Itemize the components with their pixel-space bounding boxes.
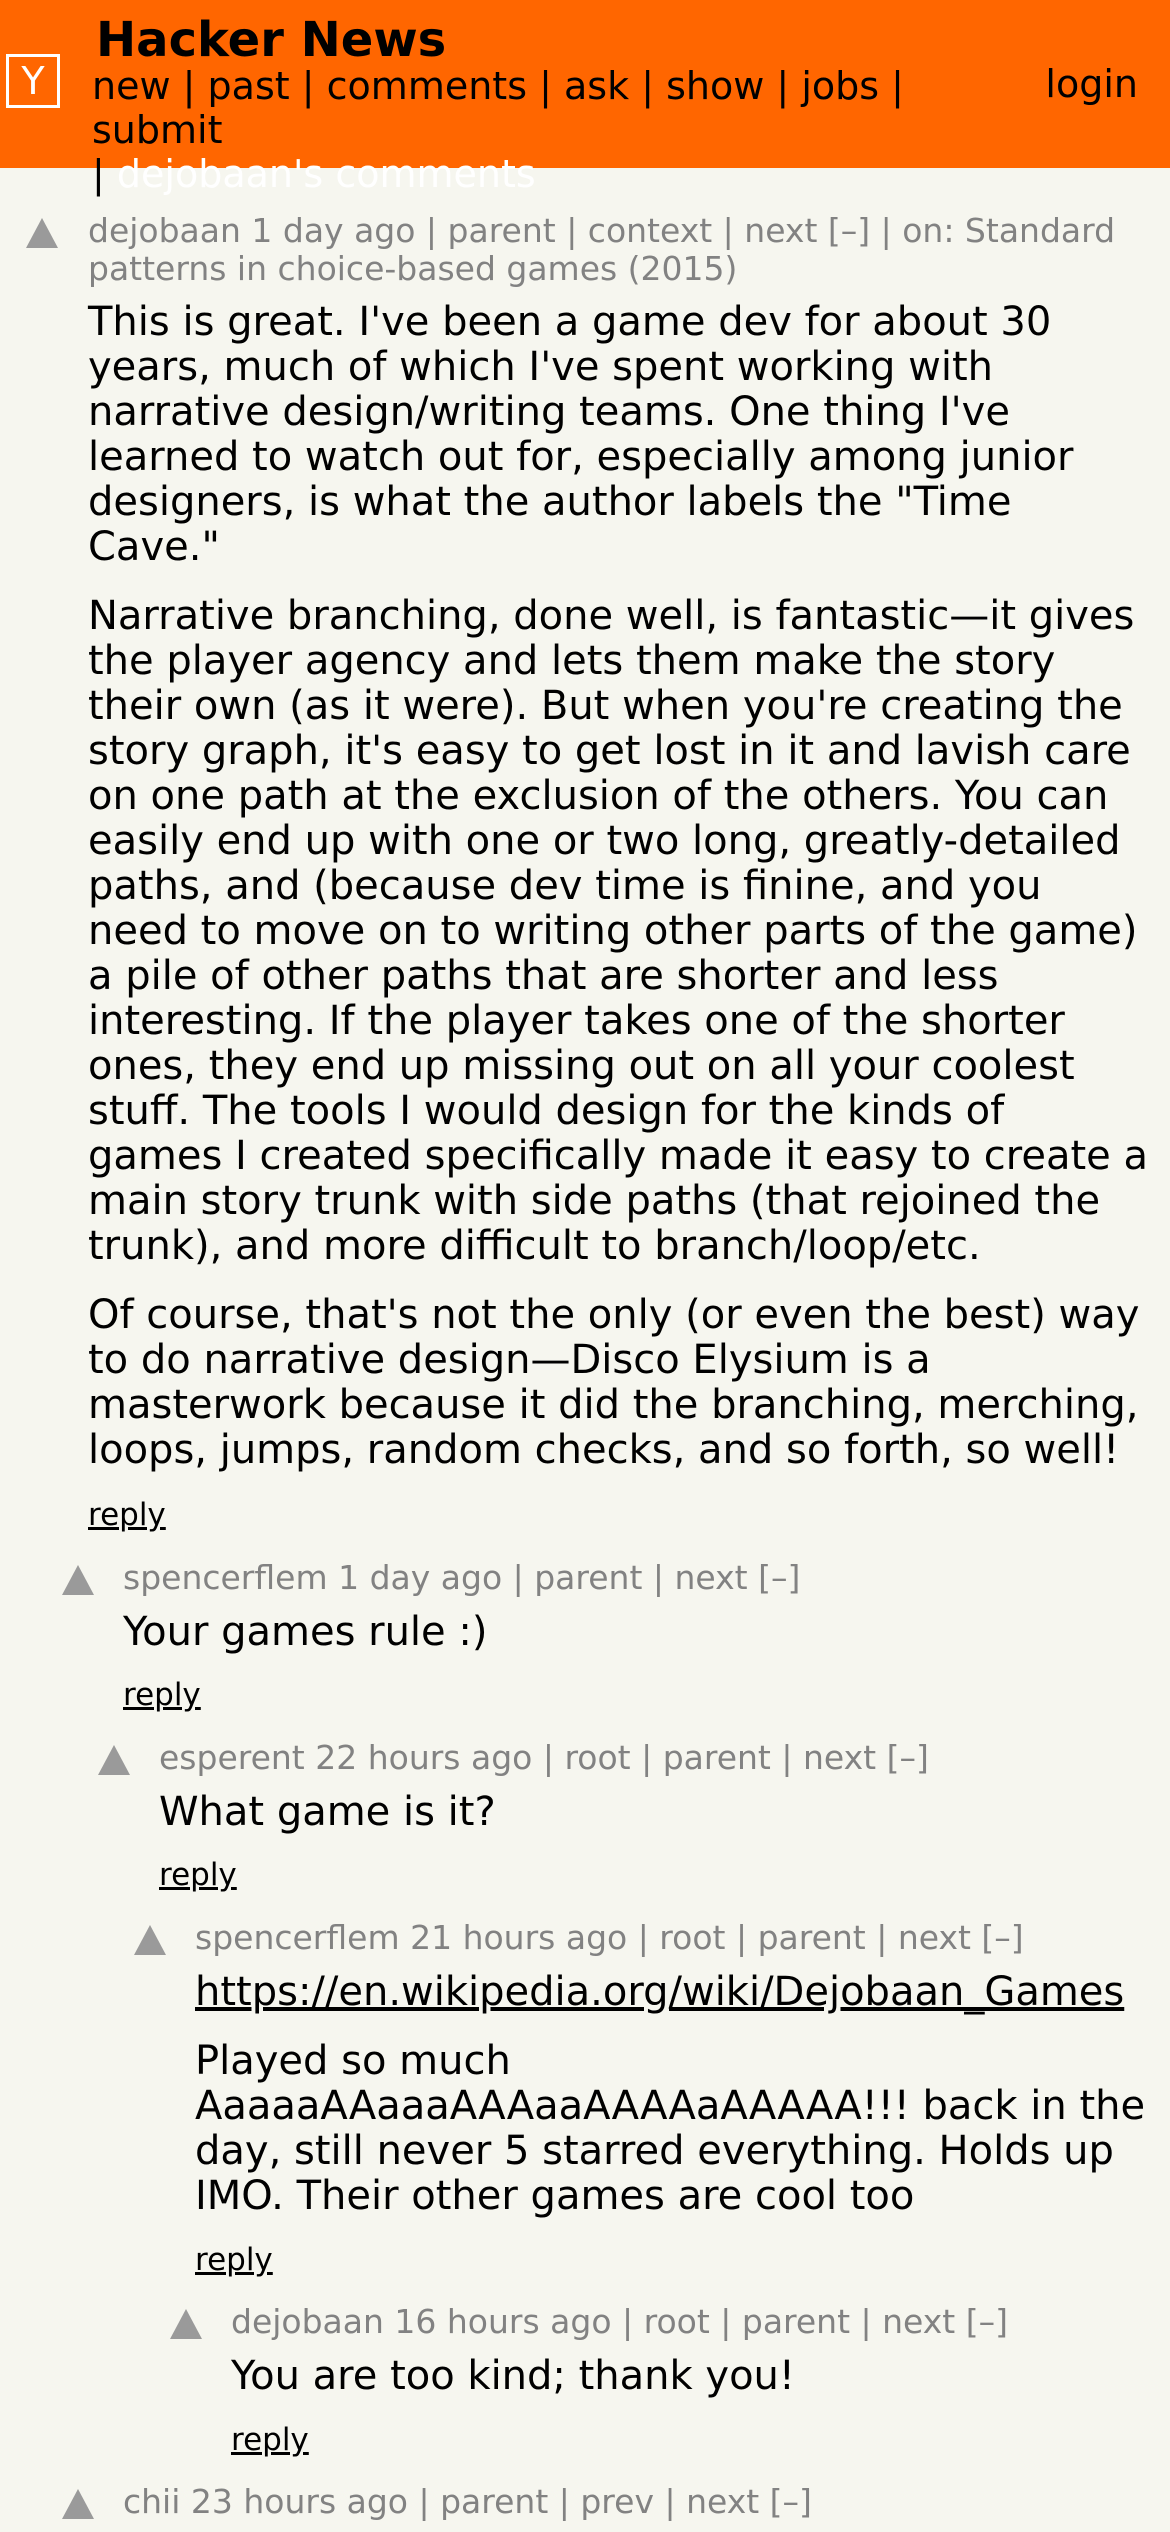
hn-logo[interactable]: Y bbox=[6, 54, 60, 108]
reply-link[interactable]: reply bbox=[159, 1857, 237, 1893]
comment-body: Your games rule :) bbox=[123, 1610, 1143, 1679]
comment-meta: dejobaan 1 day ago | parent | context | … bbox=[88, 211, 1116, 288]
nav-past[interactable]: past bbox=[208, 64, 290, 108]
upvote-arrow-icon[interactable] bbox=[134, 1925, 166, 1955]
comment-paragraph: Of course, that's not the only (or even … bbox=[88, 1292, 1140, 1473]
comment-meta: dejobaan 16 hours ago | root | parent | … bbox=[231, 2302, 1008, 2341]
nav-submit[interactable]: submit bbox=[92, 108, 222, 152]
header-bar: Y Hacker News new | past | comments | as… bbox=[0, 0, 1170, 196]
upvote-arrow-icon[interactable] bbox=[170, 2309, 202, 2339]
nav-jobs[interactable]: jobs bbox=[801, 64, 879, 108]
comment-paragraph: https://en.wikipedia.org/wiki/Dejobaan_G… bbox=[195, 1970, 1160, 2015]
nav-new[interactable]: new bbox=[92, 64, 171, 108]
reply-link[interactable]: reply bbox=[123, 1677, 201, 1713]
upvote-arrow-icon[interactable] bbox=[62, 2489, 94, 2519]
comment-body: What game is it? bbox=[159, 1790, 1149, 1859]
comment-paragraph: Played so much AaaaaAAaaaAAAaaAAAAaAAAAA… bbox=[195, 2038, 1146, 2219]
site-title[interactable]: Hacker News bbox=[96, 10, 446, 70]
comment-meta: spencerflem 1 day ago | parent | next [–… bbox=[123, 1558, 801, 1597]
nav-comments[interactable]: comments bbox=[327, 64, 527, 108]
reply-link[interactable]: reply bbox=[231, 2422, 309, 2458]
reply-link[interactable]: reply bbox=[88, 1497, 166, 1533]
external-link[interactable]: https://en.wikipedia.org/wiki/Dejobaan_G… bbox=[195, 1969, 1124, 2015]
nav-show[interactable]: show bbox=[666, 64, 764, 108]
comment-paragraph: What game is it? bbox=[159, 1789, 496, 1835]
comment-paragraph: You are too kind; thank you! bbox=[231, 2353, 795, 2399]
comment-meta: chii 23 hours ago | parent | prev | next… bbox=[123, 2482, 812, 2521]
comment-meta: esperent 22 hours ago | root | parent | … bbox=[159, 1738, 929, 1777]
comment-body: https://en.wikipedia.org/wiki/Dejobaan_G… bbox=[195, 1970, 1160, 2243]
upvote-arrow-icon[interactable] bbox=[98, 1745, 130, 1775]
comment-paragraph: Your games rule :) bbox=[123, 1609, 488, 1655]
login-link[interactable]: login bbox=[1045, 62, 1138, 106]
comment-body: This is great. I've been a game dev for … bbox=[88, 300, 1148, 1497]
nav-links: new | past | comments | ask | show | job… bbox=[92, 64, 904, 196]
comment-paragraph: This is great. I've been a game dev for … bbox=[88, 299, 1074, 570]
comment-paragraph: Narrative branching, done well, is fanta… bbox=[88, 593, 1148, 1269]
reply-link[interactable]: reply bbox=[195, 2242, 273, 2278]
nav-ask[interactable]: ask bbox=[564, 64, 629, 108]
comment-body: You are too kind; thank you! bbox=[231, 2354, 1151, 2423]
nav-user-comments[interactable]: dejobaan's comments bbox=[117, 152, 536, 196]
upvote-arrow-icon[interactable] bbox=[26, 218, 58, 248]
comment-meta: spencerflem 21 hours ago | root | parent… bbox=[195, 1918, 1024, 1957]
upvote-arrow-icon[interactable] bbox=[62, 1565, 94, 1595]
